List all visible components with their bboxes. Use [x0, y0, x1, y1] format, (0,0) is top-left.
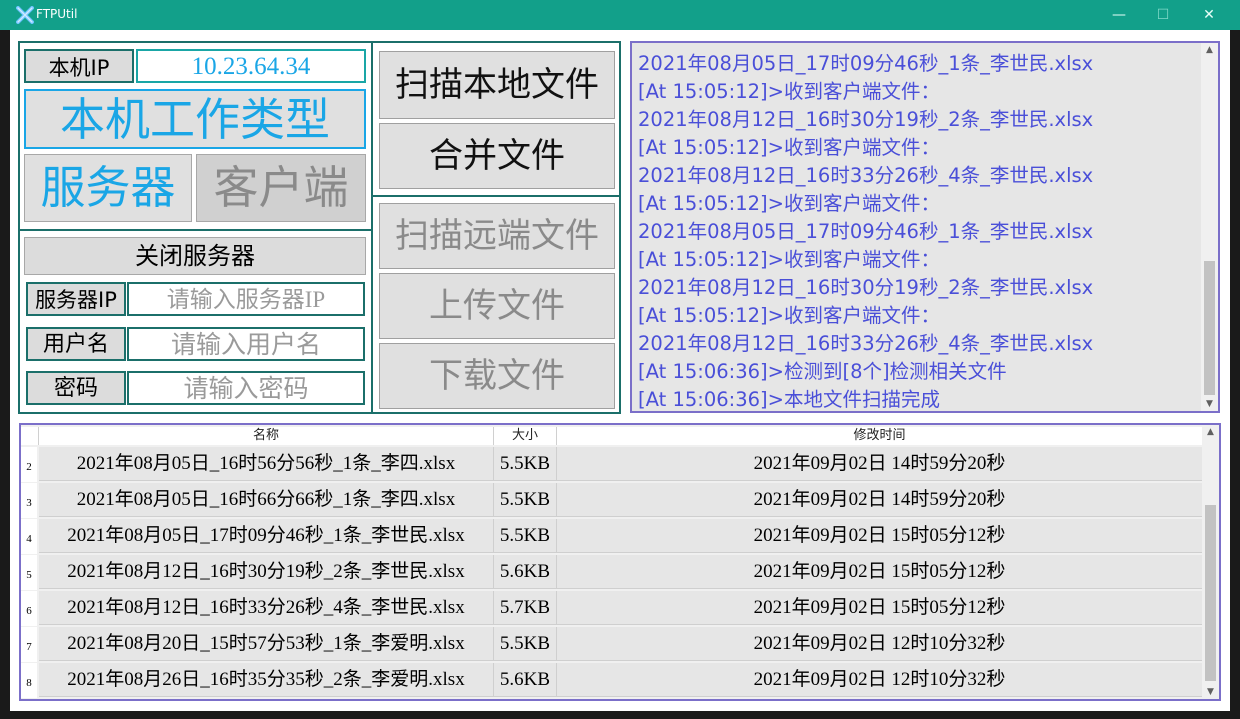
work-type-panel: 本机IP 10.23.64.34 本机工作类型 服务器 客户端 [18, 41, 374, 231]
row-number: 7 [21, 627, 37, 662]
cell-modified: 2021年09月02日 15时05分12秒 [557, 591, 1203, 625]
cell-size: 5.5KB [494, 627, 557, 661]
client-mode-button[interactable]: 客户端 [196, 154, 366, 222]
log-line: 2021年08月12日_16时30分19秒_2条_李世民.xlsx [638, 276, 1094, 299]
log-line: [At 15:05:12]>收到客户端文件： [638, 80, 940, 103]
cell-modified: 2021年09月02日 14时59分20秒 [557, 447, 1203, 481]
app-logo-icon [16, 6, 34, 24]
server-settings-panel: 关闭服务器 服务器IP 请输入服务器IP 用户名 请输入用户名 密码 请输入密码 [18, 229, 374, 414]
table-scroll-up-icon[interactable]: ▲ [1202, 425, 1219, 439]
table-corner [21, 427, 39, 445]
cell-modified: 2021年09月02日 15时05分12秒 [557, 555, 1203, 589]
title-bar: FTPUtil — ☐ ✕ [0, 0, 1240, 30]
close-server-button[interactable]: 关闭服务器 [24, 237, 366, 275]
cell-size: 5.5KB [494, 519, 557, 553]
log-line: 2021年08月12日_16时33分26秒_4条_李世民.xlsx [638, 332, 1094, 355]
cell-modified: 2021年09月02日 12时10分32秒 [557, 627, 1203, 661]
cell-size: 5.5KB [494, 447, 557, 481]
table-row[interactable]: 7 2021年08月20日_15时57分53秒_1条_李爱明.xlsx 5.5KB 2… [21, 627, 1203, 662]
column-header-size[interactable]: 大小 [494, 427, 557, 445]
cell-name: 2021年08月12日_16时33分26秒_4条_李世民.xlsx [39, 591, 494, 625]
upload-button[interactable]: 上传文件 [379, 273, 615, 339]
cell-size: 5.5KB [494, 483, 557, 517]
server-ip-label: 服务器IP [26, 282, 126, 316]
cell-modified: 2021年09月02日 15时05分12秒 [557, 519, 1203, 553]
scan-remote-button[interactable]: 扫描远端文件 [379, 203, 615, 269]
username-input[interactable]: 请输入用户名 [127, 327, 365, 361]
main-window: 本机IP 10.23.64.34 本机工作类型 服务器 客户端 关闭服务器 服务… [10, 30, 1230, 711]
cell-name: 2021年08月05日_17时09分46秒_1条_李世民.xlsx [39, 519, 494, 553]
table-scrollbar[interactable]: ▲ ▼ [1202, 425, 1219, 699]
table-row[interactable]: 8 2021年08月26日_16时35分35秒_2条_李爱明.xlsx 5.6KB 2… [21, 663, 1203, 698]
cell-modified: 2021年09月02日 12时10分32秒 [557, 663, 1203, 697]
password-input[interactable]: 请输入密码 [127, 371, 365, 405]
local-actions-panel: 扫描本地文件 合并文件 [371, 41, 621, 197]
download-button[interactable]: 下载文件 [379, 343, 615, 409]
log-line: [At 15:06:36]>本地文件扫描完成 [638, 388, 940, 411]
server-ip-input[interactable]: 请输入服务器IP [127, 282, 365, 316]
window-title: FTPUtil [36, 7, 78, 21]
scroll-down-icon[interactable]: ▼ [1201, 397, 1218, 411]
table-row[interactable]: 6 2021年08月12日_16时33分26秒_4条_李世民.xlsx 5.7KB 2… [21, 591, 1203, 626]
work-type-title: 本机工作类型 [24, 89, 366, 149]
log-line: 2021年08月05日_17时09分46秒_1条_李世民.xlsx [638, 52, 1094, 75]
row-number: 8 [21, 663, 37, 698]
row-number: 4 [21, 519, 37, 554]
cell-name: 2021年08月20日_15时57分53秒_1条_李爱明.xlsx [39, 627, 494, 661]
table-row[interactable]: 2 2021年08月05日_16时56分56秒_1条_李四.xlsx 5.5KB 20… [21, 447, 1203, 482]
row-number: 3 [21, 483, 37, 518]
minimize-button[interactable]: — [1096, 0, 1142, 30]
cell-name: 2021年08月05日_16时66分66秒_1条_李四.xlsx [39, 483, 494, 517]
log-line: 2021年08月12日_16时30分19秒_2条_李世民.xlsx [638, 108, 1094, 131]
maximize-button[interactable]: ☐ [1140, 0, 1186, 30]
log-panel[interactable]: 2021年08月05日_17时09分46秒_1条_李世民.xlsx [At 15:… [630, 41, 1220, 413]
table-scroll-thumb[interactable] [1205, 505, 1216, 681]
close-button[interactable]: ✕ [1186, 0, 1232, 30]
log-line: [At 15:05:12]>收到客户端文件： [638, 304, 940, 327]
table-row[interactable]: 5 2021年08月12日_16时30分19秒_2条_李世民.xlsx 5.6KB 2… [21, 555, 1203, 590]
row-number: 2 [21, 447, 37, 482]
table-scroll-down-icon[interactable]: ▼ [1202, 685, 1219, 699]
scan-local-button[interactable]: 扫描本地文件 [379, 51, 615, 119]
server-mode-button[interactable]: 服务器 [24, 154, 192, 222]
cell-size: 5.6KB [494, 663, 557, 697]
file-table: 名称 大小 修改时间 2 2021年08月05日_16时56分56秒_1条_李四.… [19, 423, 1221, 701]
scroll-up-icon[interactable]: ▲ [1201, 43, 1218, 57]
log-line: [At 15:05:12]>收到客户端文件： [638, 248, 940, 271]
row-number: 5 [21, 555, 37, 590]
table-row[interactable]: 3 2021年08月05日_16时66分66秒_1条_李四.xlsx 5.5KB 20… [21, 483, 1203, 518]
username-label: 用户名 [26, 327, 126, 361]
log-scrollbar[interactable]: ▲ ▼ [1201, 43, 1218, 411]
log-line: 2021年08月12日_16时33分26秒_4条_李世民.xlsx [638, 164, 1094, 187]
remote-actions-panel: 扫描远端文件 上传文件 下载文件 [371, 195, 621, 414]
log-line: 2021年08月05日_17时09分46秒_1条_李世民.xlsx [638, 220, 1094, 243]
cell-name: 2021年08月12日_16时30分19秒_2条_李世民.xlsx [39, 555, 494, 589]
log-line: [At 15:05:12]>收到客户端文件： [638, 136, 940, 159]
table-row[interactable]: 4 2021年08月05日_17时09分46秒_1条_李世民.xlsx 5.5KB 2… [21, 519, 1203, 554]
row-number: 6 [21, 591, 37, 626]
cell-name: 2021年08月26日_16时35分35秒_2条_李爱明.xlsx [39, 663, 494, 697]
log-line: [At 15:05:12]>收到客户端文件： [638, 192, 940, 215]
column-header-name[interactable]: 名称 [39, 427, 494, 445]
log-scroll-thumb[interactable] [1204, 261, 1215, 395]
column-header-modified[interactable]: 修改时间 [557, 427, 1203, 445]
local-ip-label: 本机IP [24, 49, 134, 83]
cell-name: 2021年08月05日_16时56分56秒_1条_李四.xlsx [39, 447, 494, 481]
cell-size: 5.7KB [494, 591, 557, 625]
local-ip-value: 10.23.64.34 [136, 49, 366, 83]
cell-modified: 2021年09月02日 14时59分20秒 [557, 483, 1203, 517]
cell-size: 5.6KB [494, 555, 557, 589]
merge-files-button[interactable]: 合并文件 [379, 123, 615, 189]
log-line: [At 15:06:36]>检测到[8个]检测相关文件 [638, 360, 1007, 383]
password-label: 密码 [26, 371, 126, 405]
